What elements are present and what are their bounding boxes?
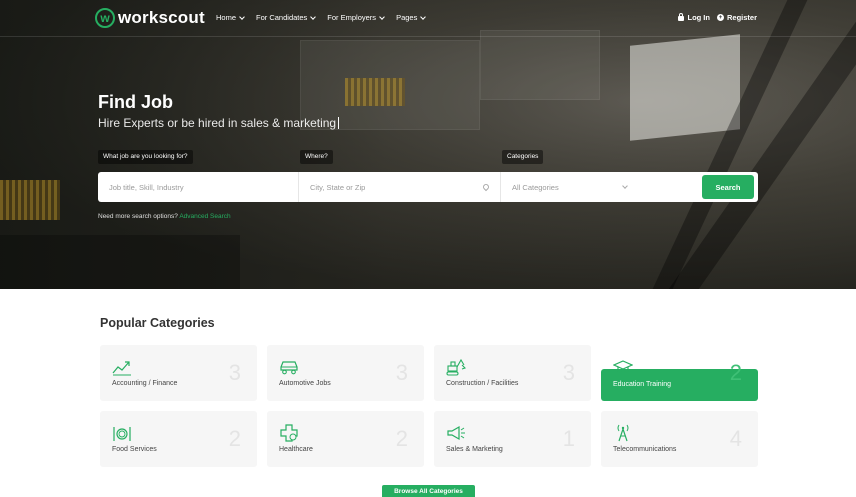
category-card-construction-facilities[interactable]: Construction / Facilities 3	[434, 345, 591, 401]
category-select[interactable]: All Categories	[501, 172, 700, 202]
nav-for-candidates-label: For Candidates	[256, 13, 308, 22]
nav-pages-label: Pages	[396, 13, 418, 22]
category-card-education-training[interactable]: Education Training 2	[601, 360, 758, 401]
category-card-telecommunications[interactable]: Telecommunications 4	[601, 411, 758, 467]
search-button[interactable]: Search	[702, 175, 754, 199]
login-link[interactable]: Log In	[678, 13, 710, 22]
map-pin-icon	[481, 182, 491, 192]
category-card-food-services[interactable]: Food Services 2	[100, 411, 257, 467]
category-name: Sales & Marketing	[446, 446, 503, 453]
advanced-search-prefix: Need more search options?	[98, 213, 178, 220]
category-count: 3	[395, 360, 408, 385]
hero-background-photo	[0, 0, 856, 289]
advanced-search-link[interactable]: Advanced Search	[179, 213, 230, 220]
category-name: Accounting / Finance	[112, 380, 178, 387]
category-card-healthcare[interactable]: Healthcare 2	[267, 411, 424, 467]
job-keyword-input[interactable]: Job title, Skill, Industry	[98, 172, 299, 202]
category-count: 4	[729, 426, 742, 451]
browse-all-categories-button[interactable]: Browse All Categories	[382, 485, 475, 497]
categories-field-label: Categories	[502, 150, 544, 164]
chevron-down-icon	[310, 13, 317, 20]
hero-subtitle: Hire Experts or be hired in sales & mark…	[98, 116, 340, 130]
category-count: 1	[562, 426, 575, 451]
nav-for-candidates[interactable]: For Candidates	[256, 13, 317, 22]
nav-for-employers[interactable]: For Employers	[327, 13, 385, 22]
chevron-down-icon	[239, 13, 245, 20]
nav-home[interactable]: Home	[216, 13, 245, 22]
hero-subtitle-text: Hire Experts or be hired in sales & mark…	[98, 116, 337, 130]
category-name: Healthcare	[279, 446, 313, 453]
plate-cutlery-icon	[112, 424, 132, 442]
hero-title: Find Job	[98, 92, 173, 112]
category-grid: Accounting / Finance 3 Automotive Jobs 3…	[100, 345, 758, 467]
chart-icon	[112, 358, 132, 376]
category-count: 3	[228, 360, 241, 385]
lock-icon	[678, 13, 685, 21]
chevron-down-icon	[379, 13, 385, 20]
nav-pages[interactable]: Pages	[396, 13, 427, 22]
auth-links: Log In + Register	[678, 13, 757, 22]
category-count: 3	[562, 360, 575, 385]
excavator-icon	[446, 358, 467, 376]
logo-mark-icon: w	[95, 8, 115, 28]
where-field-label: Where?	[300, 150, 333, 164]
main-nav: Home For Candidates For Employers Pages	[216, 13, 427, 22]
category-name: Education Training	[613, 381, 671, 388]
category-name: Food Services	[112, 446, 157, 453]
advanced-search-hint: Need more search options? Advanced Searc…	[98, 213, 231, 220]
register-link[interactable]: + Register	[716, 13, 757, 22]
category-name: Construction / Facilities	[446, 380, 519, 387]
category-card-sales-marketing[interactable]: Sales & Marketing 1	[434, 411, 591, 467]
job-search-form: Job title, Skill, Industry City, State o…	[98, 172, 758, 202]
category-count: 2	[228, 426, 241, 451]
chevron-down-icon	[622, 183, 628, 189]
location-input[interactable]: City, State or Zip	[299, 172, 501, 202]
category-card-automotive-jobs[interactable]: Automotive Jobs 3	[267, 345, 424, 401]
category-select-value: All Categories	[512, 182, 559, 192]
job-keyword-placeholder: Job title, Skill, Industry	[109, 182, 184, 192]
nav-home-label: Home	[216, 13, 237, 22]
site-logo[interactable]: w workscout	[95, 8, 205, 28]
category-card-accounting-finance[interactable]: Accounting / Finance 3	[100, 345, 257, 401]
typing-caret	[338, 117, 340, 129]
antenna-icon	[613, 424, 633, 442]
graduation-cap-icon	[612, 358, 634, 376]
popular-categories-title: Popular Categories	[100, 316, 215, 330]
site-header: w workscout Home For Candidates For Empl…	[0, 0, 856, 37]
category-count: 2	[729, 360, 742, 385]
logo-wordmark: workscout	[118, 8, 205, 27]
job-field-label: What job are you looking for?	[98, 150, 193, 164]
login-label: Log In	[687, 13, 710, 22]
medical-cross-icon	[279, 424, 299, 442]
plus-circle-icon: +	[716, 14, 724, 21]
megaphone-icon	[446, 424, 466, 442]
hero-banner: w workscout Home For Candidates For Empl…	[0, 0, 856, 289]
register-label: Register	[726, 13, 757, 22]
car-icon	[279, 358, 299, 376]
category-name: Automotive Jobs	[279, 380, 331, 387]
category-count: 2	[395, 426, 408, 451]
location-placeholder: City, State or Zip	[310, 182, 366, 192]
category-name: Telecommunications	[613, 446, 677, 453]
nav-for-employers-label: For Employers	[327, 13, 377, 22]
chevron-down-icon	[420, 13, 427, 20]
